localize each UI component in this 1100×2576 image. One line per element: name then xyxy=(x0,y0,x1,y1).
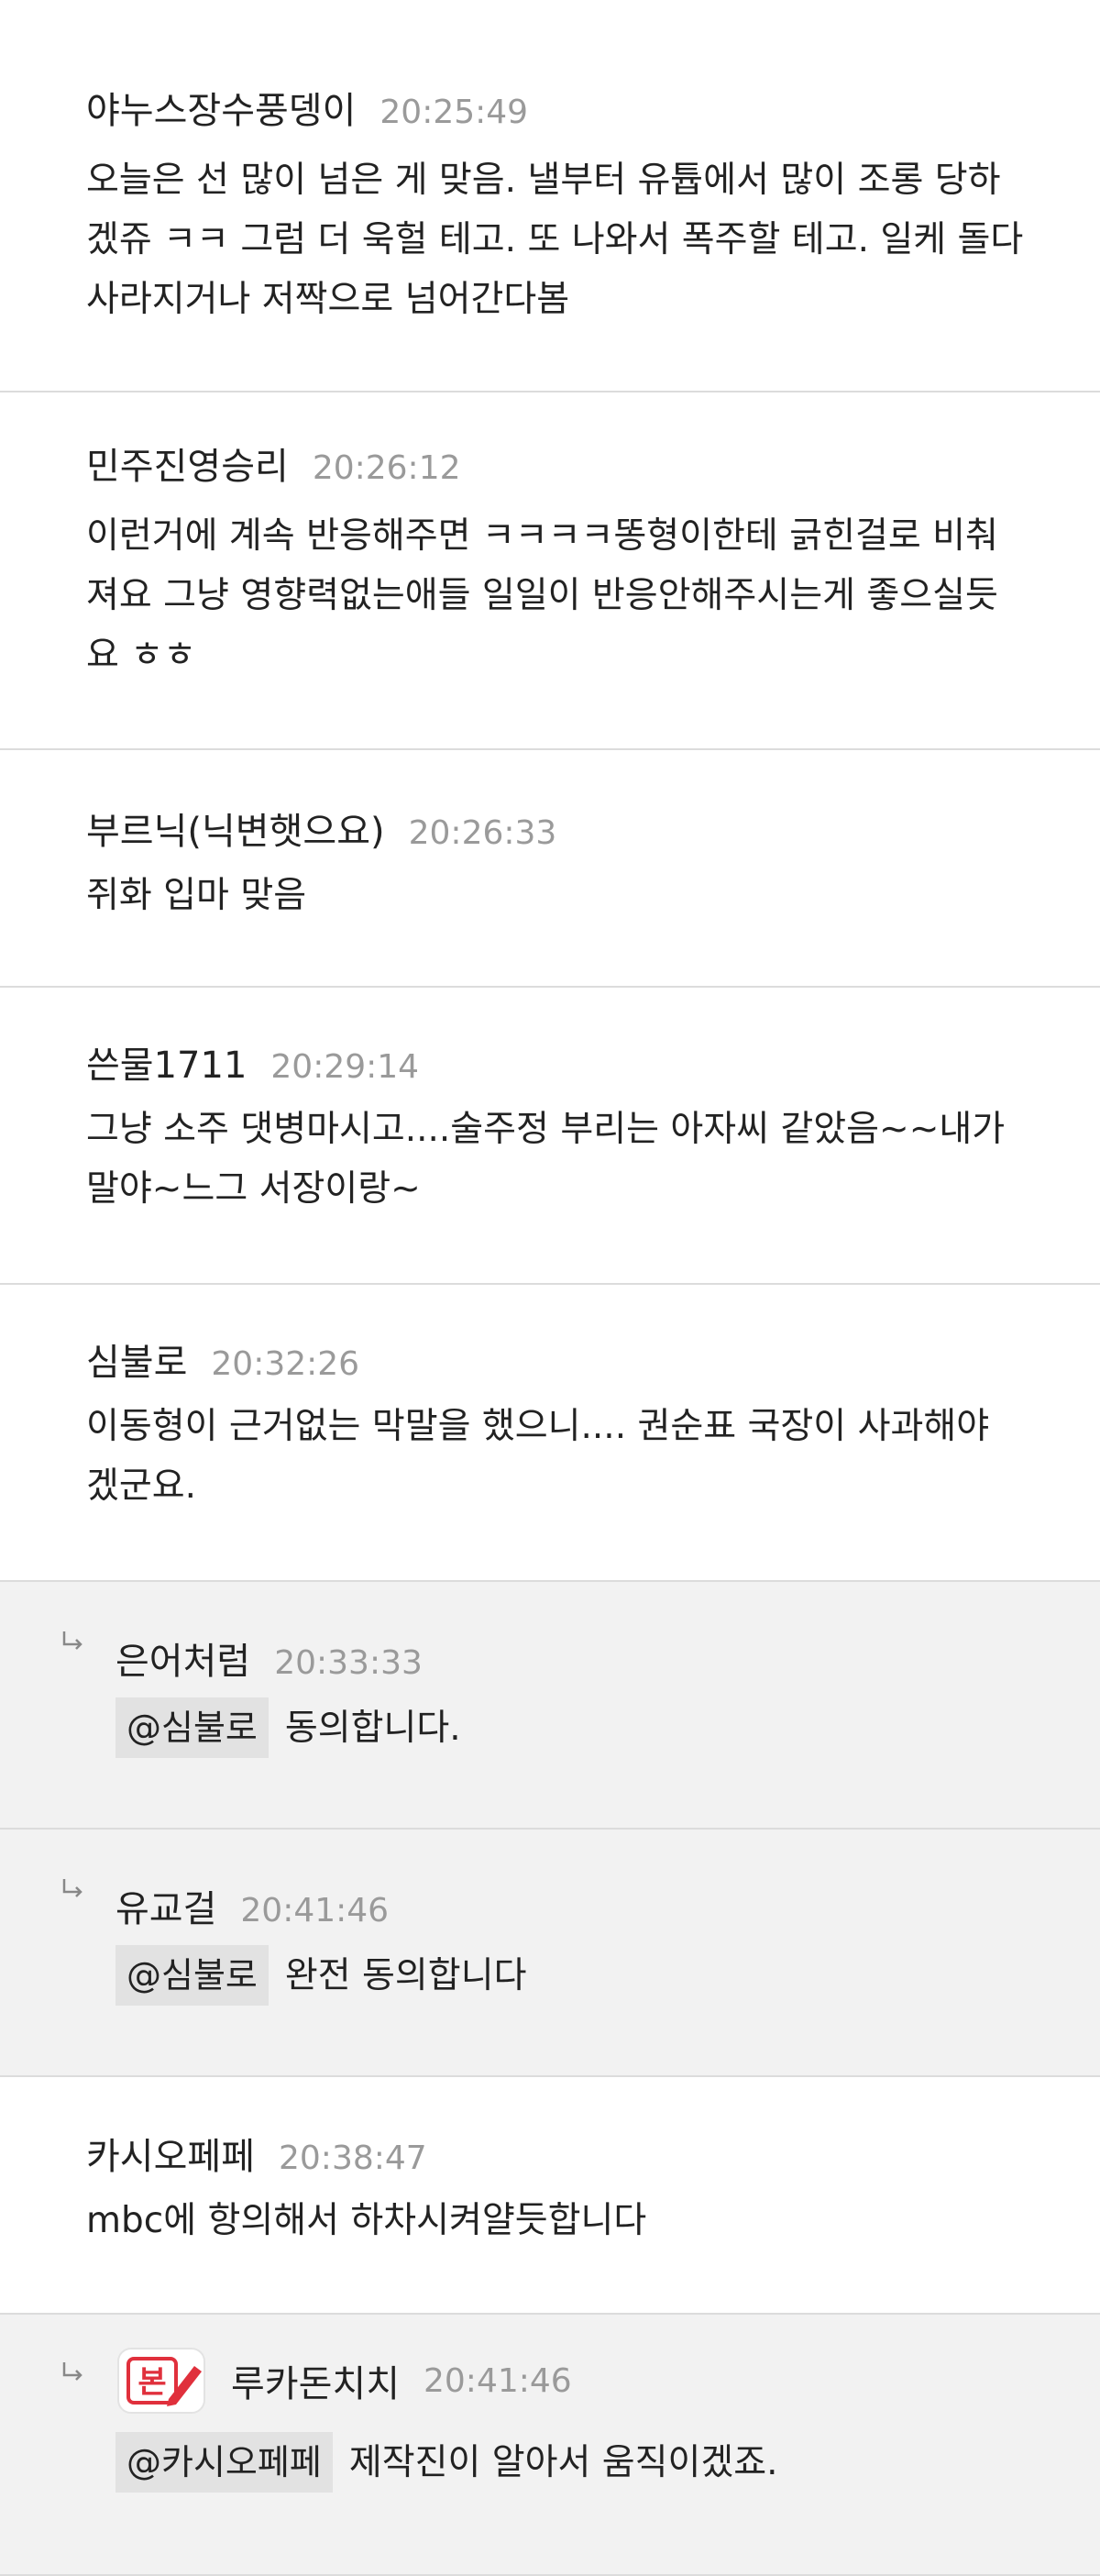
comment-author[interactable]: 유교걸 xyxy=(116,1879,216,1932)
reply-arrow-icon xyxy=(62,1879,82,1897)
comment-header: 유교걸 20:41:46 xyxy=(116,1879,389,1932)
comment-text: mbc에 항의해서 하차시켜얄듯합니다 xyxy=(86,2191,1040,2250)
reply-item: 유교걸 20:41:46 @심불로 완전 동의합니다 xyxy=(0,1830,1100,2077)
comment-time: 20:29:14 xyxy=(270,1048,420,1086)
comment-line: 겠쥬 ㅋㅋ 그럼 더 욱헐 테고. 또 나와서 폭주할 테고. 일케 돌다 xyxy=(86,219,1024,260)
comment-header: 본 루카돈치치 20:41:46 xyxy=(116,2346,572,2416)
comment-text: @카시오페페 제작진이 알아서 움직이겠죠. xyxy=(116,2432,1032,2493)
comment-author[interactable]: 부르닉(닉변햇으요) xyxy=(86,802,385,855)
comment-time: 20:33:33 xyxy=(274,1644,423,1682)
mention-tag[interactable]: @심불로 xyxy=(116,1945,269,2006)
comment-header: 은어처럼 20:33:33 xyxy=(116,1631,423,1685)
comment-header: 심불로 20:32:26 xyxy=(86,1332,359,1386)
comment-line: mbc에 항의해서 하차시켜얄듯합니다 xyxy=(86,2200,647,2241)
comment-line: 오늘은 선 많이 넘은 게 맞음. 낼부터 유튭에서 많이 조롱 당하 xyxy=(86,160,1001,201)
comment-time: 20:38:47 xyxy=(279,2139,427,2177)
comment-text: 쥐화 입마 맞음 xyxy=(86,866,1040,925)
comment-line: 겠군요. xyxy=(86,1465,197,1507)
comment-item: 카시오페페 20:38:47 mbc에 항의해서 하차시켜얄듯합니다 xyxy=(0,2077,1100,2315)
comment-time: 20:41:46 xyxy=(424,2361,572,2400)
comment-text: @심불로 완전 동의합니다 xyxy=(116,1945,1032,2006)
comment-header: 민주진영승리 20:26:12 xyxy=(86,437,461,490)
comment-line: 그냥 소주 댓병마시고....술주정 부리는 아자씨 같았음~~내가 xyxy=(86,1109,1006,1150)
comment-author[interactable]: 카시오페페 xyxy=(86,2127,255,2180)
comment-line: 말야~느그 서장이랑~ xyxy=(86,1168,421,1210)
comment-text: @심불로 동의합니다. xyxy=(116,1697,1032,1758)
comment-author[interactable]: 민주진영승리 xyxy=(86,437,289,490)
comment-author[interactable]: 루카돈치치 xyxy=(231,2354,400,2407)
comment-line: 져요 그냥 영향력없는애들 일일이 반응안해주시는게 좋으실듯 xyxy=(86,575,998,616)
reply-text: 완전 동의합니다 xyxy=(284,1954,527,1996)
reply-item: 본 루카돈치치 20:41:46 @카시오페페 제작진이 알아서 움직이겠죠. xyxy=(0,2315,1100,2576)
comment-item: 심불로 20:32:26 이동형이 근거없는 막말을 했으니.... 권순표 국… xyxy=(0,1285,1100,1582)
mention-tag[interactable]: @카시오페페 xyxy=(116,2432,333,2493)
reply-arrow-icon xyxy=(62,1631,82,1650)
comment-item: 야누스장수풍뎅이 20:25:49 오늘은 선 많이 넘은 게 맞음. 낼부터 … xyxy=(0,0,1100,392)
comment-author[interactable]: 심불로 xyxy=(86,1332,187,1386)
badge-icon: 본 xyxy=(117,2348,205,2414)
comment-line: 요 ㅎㅎ xyxy=(86,635,197,676)
reply-text: 동의합니다. xyxy=(284,1707,461,1749)
comment-header: 쓴물1711 20:29:14 xyxy=(86,1035,419,1089)
comment-author[interactable]: 야누스장수풍뎅이 xyxy=(86,81,356,134)
comment-header: 야누스장수풍뎅이 20:25:49 xyxy=(86,81,528,134)
comment-line: 쥐화 입마 맞음 xyxy=(86,875,307,916)
comment-item: 쓴물1711 20:29:14 그냥 소주 댓병마시고....술주정 부리는 아… xyxy=(0,988,1100,1285)
reply-text: 제작진이 알아서 움직이겠죠. xyxy=(348,2441,778,2483)
comment-line: 사라지거나 저짝으로 넘어간다봄 xyxy=(86,279,570,320)
comment-item: 민주진영승리 20:26:12 이런거에 계속 반응해주면 ㅋㅋㅋㅋ똥형이한테 … xyxy=(0,392,1100,750)
comment-time: 20:26:33 xyxy=(408,814,557,852)
comment-line: 이동형이 근거없는 막말을 했으니.... 권순표 국장이 사과해야 xyxy=(86,1406,990,1447)
mention-tag[interactable]: @심불로 xyxy=(116,1697,269,1758)
comment-text: 그냥 소주 댓병마시고....술주정 부리는 아자씨 같았음~~내가 말야~느그… xyxy=(86,1100,1040,1219)
comment-time: 20:25:49 xyxy=(380,94,529,131)
comment-time: 20:26:12 xyxy=(312,449,461,487)
comment-text: 오늘은 선 많이 넘은 게 맞음. 낼부터 유튭에서 많이 조롱 당하 겠쥬 ㅋ… xyxy=(86,150,1040,329)
reply-arrow-icon xyxy=(62,2362,82,2381)
comment-text: 이런거에 계속 반응해주면 ㅋㅋㅋㅋ똥형이한테 긁힌걸로 비춰 져요 그냥 영향… xyxy=(86,506,1040,685)
comment-line: 이런거에 계속 반응해주면 ㅋㅋㅋㅋ똥형이한테 긁힌걸로 비춰 xyxy=(86,515,998,557)
svg-text:본: 본 xyxy=(138,2364,166,2401)
comment-time: 20:32:26 xyxy=(211,1345,360,1383)
comment-author[interactable]: 쓴물1711 xyxy=(86,1035,247,1089)
comment-header: 카시오페페 20:38:47 xyxy=(86,2127,427,2180)
comment-item: 부르닉(닉변햇으요) 20:26:33 쥐화 입마 맞음 xyxy=(0,750,1100,988)
reply-item: 은어처럼 20:33:33 @심불로 동의합니다. xyxy=(0,1582,1100,1830)
comment-header: 부르닉(닉변햇으요) 20:26:33 xyxy=(86,802,556,855)
comment-text: 이동형이 근거없는 막말을 했으니.... 권순표 국장이 사과해야 겠군요. xyxy=(86,1397,1040,1516)
comment-time: 20:41:46 xyxy=(240,1892,390,1929)
comment-author[interactable]: 은어처럼 xyxy=(116,1631,250,1685)
